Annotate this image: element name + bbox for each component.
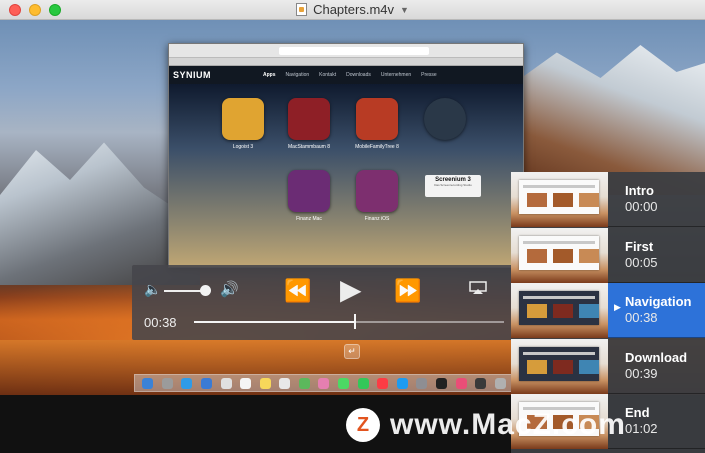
watermark-logo-icon: Z <box>346 408 380 442</box>
site-app-grid: Logoist 3 MacStammbaum 8 MobileFamilyTre… <box>169 84 523 267</box>
chapter-item[interactable]: Download 00:39 <box>511 338 705 394</box>
rewind-icon[interactable]: ⏪ <box>284 278 311 304</box>
chapter-item-selected[interactable]: ▶ Navigation 00:38 <box>511 282 705 338</box>
browser-tab-strip <box>169 58 523 66</box>
maps-icon <box>298 377 310 389</box>
contacts-icon <box>220 377 232 389</box>
mail-icon <box>201 377 213 389</box>
app-label: Finanz Mac <box>296 216 322 222</box>
tooltip-subtitle: Das Screenrecording Studio <box>434 183 472 187</box>
app-tile: Finanz Mac <box>285 170 333 222</box>
scrubber-fill <box>194 321 355 323</box>
embedded-browser-window: SYNIUM Apps Navigation Kontakt Downloads… <box>168 43 524 268</box>
chapter-thumbnail <box>511 171 608 227</box>
airplay-icon[interactable] <box>469 281 487 295</box>
app-tile: Logoist 3 <box>219 98 267 150</box>
playback-controls: 🔈 🔊 ⏪ ▶ ⏩ 00:38 <box>132 265 515 340</box>
quicktime-window: Chapters.m4v ▼ SYNIUM Apps Navigation Ko… <box>0 0 705 453</box>
chapter-time: 00:39 <box>625 366 658 381</box>
movie-file-icon <box>296 3 308 16</box>
title-bar[interactable]: Chapters.m4v ▼ <box>0 0 705 20</box>
chapter-thumbnail <box>511 338 608 394</box>
app-label: MobileFamilyTree 8 <box>355 144 399 150</box>
chapter-name: End <box>625 405 650 420</box>
play-icon[interactable]: ▶ <box>340 273 362 306</box>
dock <box>134 374 514 392</box>
chapter-time: 00:00 <box>625 199 658 214</box>
fullscreen-button[interactable] <box>49 4 61 16</box>
trash-icon <box>494 377 506 389</box>
notes-icon <box>259 377 271 389</box>
site-nav: SYNIUM Apps Navigation Kontakt Downloads… <box>169 66 523 84</box>
chevron-down-icon[interactable]: ▼ <box>400 5 409 15</box>
site-nav-item: Kontakt <box>319 72 337 78</box>
launchpad-icon <box>161 377 173 389</box>
safari-icon <box>181 377 193 389</box>
site-nav-item: Navigation <box>285 72 310 78</box>
app-icon <box>455 377 467 389</box>
browser-url-bar <box>279 47 429 55</box>
logoist-app-icon <box>222 98 264 140</box>
app-label: MacStammbaum 8 <box>288 144 330 150</box>
messages-icon <box>338 377 350 389</box>
app-tile: Finanz iOS <box>353 170 401 222</box>
chapter-thumbnail <box>511 282 608 338</box>
site-nav-item: Downloads <box>346 72 371 78</box>
watermark-badge-letter: Z <box>356 413 370 436</box>
site-nav-item: Unternehmen <box>380 72 412 78</box>
close-button[interactable] <box>9 4 21 16</box>
music-icon <box>377 377 389 389</box>
watermark: Z www.MacZ.com <box>346 405 626 445</box>
window-title: Chapters.m4v <box>313 2 394 17</box>
site-nav-item: Apps <box>263 72 276 78</box>
chapter-name: First <box>625 239 654 254</box>
chapter-thumbnail <box>511 227 608 283</box>
chapter-time: 00:05 <box>625 255 658 270</box>
chapter-item[interactable]: First 00:05 <box>511 227 705 283</box>
return-key-icon: ↵ <box>344 344 360 359</box>
finanz-mac-app-icon <box>288 170 330 212</box>
terminal-icon <box>435 377 447 389</box>
reminders-icon <box>279 377 291 389</box>
chapter-item[interactable]: Intro 00:00 <box>511 171 705 227</box>
finder-icon <box>142 377 154 389</box>
site-nav-item: Presse <box>421 72 437 78</box>
chapter-name: Navigation <box>625 294 692 309</box>
app-label: Logoist 3 <box>232 144 254 150</box>
scrubber-playhead[interactable] <box>354 314 356 329</box>
app-tile <box>421 98 469 140</box>
facetime-icon <box>357 377 369 389</box>
finanz-ios-app-icon <box>356 170 398 212</box>
volume-slider-knob[interactable] <box>200 285 211 296</box>
app-label: Finanz iOS <box>364 216 390 222</box>
macstammbaum-app-icon <box>288 98 330 140</box>
photos-icon <box>318 377 330 389</box>
window-title-group[interactable]: Chapters.m4v ▼ <box>296 2 409 17</box>
mobilefamilytree-app-icon <box>356 98 398 140</box>
screenium-app-icon <box>424 98 466 140</box>
chapter-time: 00:38 <box>625 310 658 325</box>
screenium-dock-icon <box>475 377 487 389</box>
synium-logo: SYNIUM <box>173 70 212 80</box>
volume-high-icon[interactable]: 🔊 <box>220 280 239 298</box>
minimize-button[interactable] <box>29 4 41 16</box>
volume-low-icon[interactable]: 🔈 <box>144 281 161 298</box>
selected-chapter-arrow-icon: ▶ <box>614 302 621 312</box>
settings-icon <box>416 377 428 389</box>
fast-forward-icon[interactable]: ⏩ <box>394 278 421 304</box>
appstore-icon <box>396 377 408 389</box>
chapter-name: Intro <box>625 183 654 198</box>
watermark-text: www.MacZ.com <box>390 408 626 441</box>
chapter-name: Download <box>625 350 688 365</box>
app-tile: MobileFamilyTree 8 <box>353 98 401 150</box>
current-time: 00:38 <box>144 315 177 330</box>
calendar-icon <box>240 377 252 389</box>
app-tooltip: Screenium 3 Das Screenrecording Studio <box>425 175 481 197</box>
app-tile: MacStammbaum 8 <box>285 98 333 150</box>
chapter-time: 01:02 <box>625 421 658 436</box>
